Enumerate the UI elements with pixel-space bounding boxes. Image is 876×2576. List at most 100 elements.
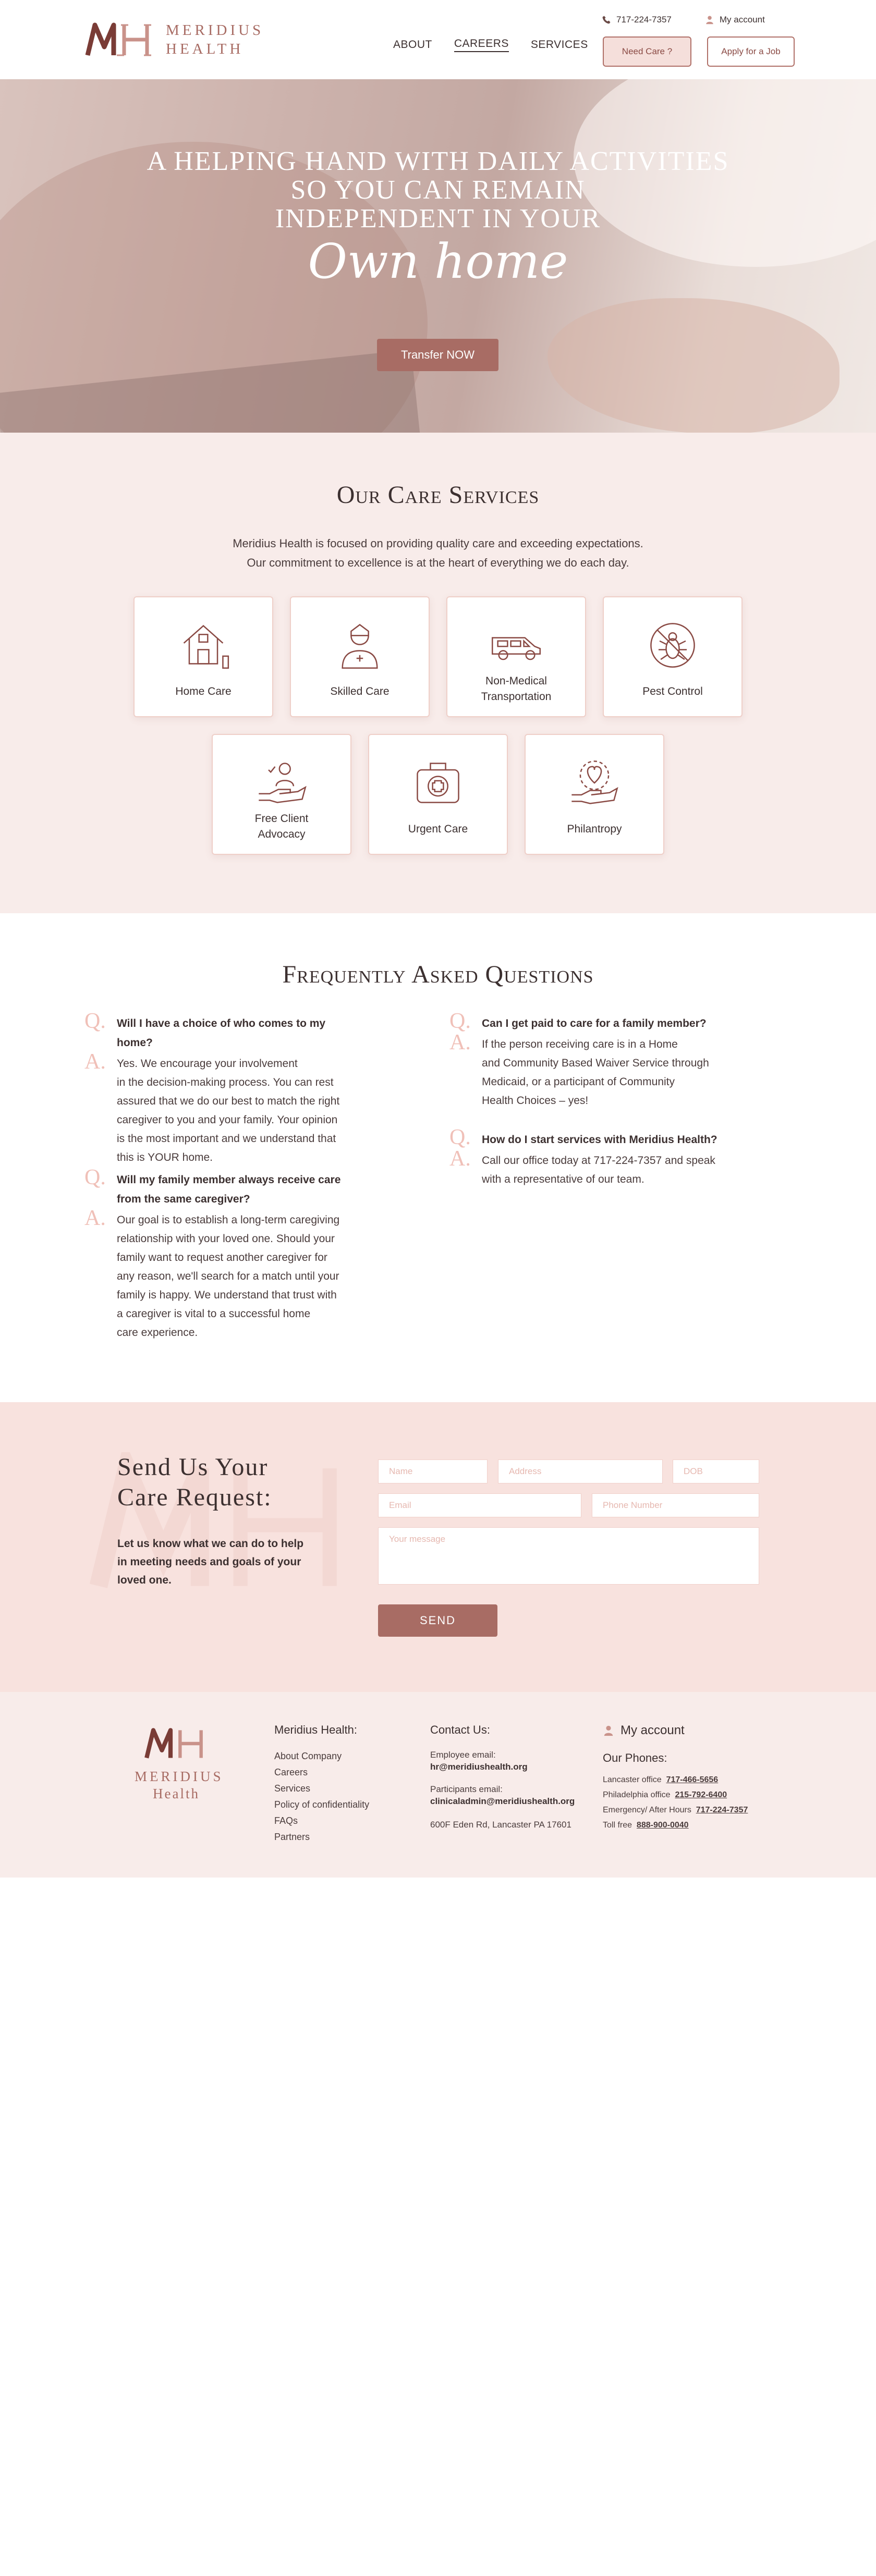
a-marker: A. xyxy=(84,1206,106,1230)
faq-answer-line: in the decision-making process. You can … xyxy=(117,1076,334,1088)
email-input[interactable]: Email xyxy=(378,1493,581,1517)
hand-care-icon xyxy=(259,763,307,803)
participants-email-link[interactable]: clinicaladmin@meridiushealth.org xyxy=(430,1796,575,1807)
user-icon xyxy=(706,16,713,24)
request-title-line: Send Us Your xyxy=(117,1453,269,1481)
faq-answer: Our goal is to establish a long-term car… xyxy=(117,1211,339,1342)
q-marker: Q. xyxy=(449,1125,471,1149)
faq-answer: Yes. We encourage your involvement in th… xyxy=(117,1054,339,1167)
phone-input[interactable]: Phone Number xyxy=(592,1493,759,1517)
heart-hand-icon xyxy=(571,760,618,804)
services-subtitle-line: Meridius Health is focused on providing … xyxy=(233,537,643,550)
footer-link-faqs[interactable]: FAQs xyxy=(274,1813,369,1829)
care-services-section: Our Care Services Meridius Health is foc… xyxy=(0,433,876,913)
service-card-label: Philantropy xyxy=(567,823,622,835)
phones-title: Our Phones: xyxy=(603,1751,667,1764)
faq-answer: If the person receiving care is in a Hom… xyxy=(482,1035,709,1110)
address-input[interactable]: Address xyxy=(498,1459,663,1483)
footer-link-partners[interactable]: Partners xyxy=(274,1829,369,1845)
phone-row: Emergency/ After Hours 717-224-7357 xyxy=(603,1802,748,1818)
faq-answer-line: any reason, we'll search for a match unt… xyxy=(117,1270,339,1282)
faq-question: Will my family member always receive car… xyxy=(117,1170,340,1209)
faq-answer-line: family is happy. We understand that trus… xyxy=(117,1289,337,1301)
faq-answer-line: caregiver to you and your family. Your o… xyxy=(117,1114,338,1126)
phone-number-link[interactable]: 717-466-5656 xyxy=(666,1775,719,1784)
service-card-urgent-care[interactable]: Urgent Care xyxy=(368,734,508,855)
footer-account-link[interactable]: My account xyxy=(603,1723,748,1738)
footer-link-services[interactable]: Services xyxy=(274,1781,369,1797)
service-card-label: Free Client Advocacy xyxy=(245,811,319,842)
phone-number-link[interactable]: 888-900-0040 xyxy=(637,1821,689,1830)
faq-question: Will I have a choice of who comes to my … xyxy=(117,1017,326,1049)
first-aid-kit-icon xyxy=(417,763,459,803)
dob-input[interactable]: DOB xyxy=(673,1459,759,1483)
header-phone[interactable]: 717-224-7357 xyxy=(602,15,672,25)
header-phone-number: 717-224-7357 xyxy=(616,15,672,24)
faq-answer-line: family want to request another caregiver… xyxy=(117,1252,327,1264)
faq-answer-line: a caregiver is vital to a successful hom… xyxy=(117,1308,311,1320)
footer-account-label: My account xyxy=(620,1723,685,1737)
footer-col-title: Contact Us: xyxy=(430,1723,490,1736)
faq-answer-line: relationship with your loved one. Should… xyxy=(117,1233,335,1245)
transfer-now-button[interactable]: Transfer NOW xyxy=(377,339,498,371)
faq-answer-line: Medicaid, or a participant of Community xyxy=(482,1076,675,1088)
faq-item: Q. How do I start services with Meridius … xyxy=(449,1125,721,1189)
footer-logo[interactable]: MERIDIUS Health xyxy=(135,1726,224,1802)
footer-address: 600F Eden Rd, Lancaster PA 17601 xyxy=(430,1820,571,1830)
need-care-button[interactable]: Need Care ? xyxy=(603,36,691,67)
nav-careers[interactable]: CAREERS xyxy=(454,38,509,52)
phone-icon xyxy=(602,16,611,24)
employee-email-link[interactable]: hr@meridiushealth.org xyxy=(430,1762,575,1772)
service-card-transportation[interactable]: Non-Medical Transportation xyxy=(446,596,586,717)
service-card-label: Urgent Care xyxy=(408,823,468,835)
logo-line2: HEALTH xyxy=(166,41,244,57)
faq-question-line: from the same caregiver? xyxy=(117,1193,250,1205)
service-card-client-advocacy[interactable]: Free Client Advocacy xyxy=(212,734,351,855)
service-card-label-line: Non-Medical xyxy=(485,675,547,687)
phone-number-link[interactable]: 717-224-7357 xyxy=(696,1806,748,1814)
footer-link-careers[interactable]: Careers xyxy=(274,1764,369,1781)
hero-banner: A helping hand with daily activities so … xyxy=(0,79,876,433)
service-card-home-care[interactable]: Home Care xyxy=(133,596,273,717)
phone-number-link[interactable]: 215-792-6400 xyxy=(675,1790,727,1799)
a-marker: A. xyxy=(84,1050,106,1074)
faq-answer-line: Yes. We encourage your involvement xyxy=(117,1058,298,1070)
service-card-skilled-care[interactable]: Skilled Care xyxy=(290,596,430,717)
footer-link-about[interactable]: About Company xyxy=(274,1748,369,1764)
footer-logo-line1: MERIDIUS xyxy=(135,1769,224,1784)
faq-answer-line: is the most important and we understand … xyxy=(117,1133,336,1145)
service-card-label-line: Free Client xyxy=(254,813,309,825)
logo[interactable]: MERIDIUS HEALTH xyxy=(83,21,264,58)
van-icon xyxy=(491,637,541,660)
message-textarea[interactable]: Your message xyxy=(378,1527,759,1585)
phone-row: Philadelphia office 215-792-6400 xyxy=(603,1787,748,1802)
logo-line1: MERIDIUS xyxy=(166,22,264,39)
faq-answer-line: Health Choices – yes! xyxy=(482,1095,589,1107)
name-input[interactable]: Name xyxy=(378,1459,488,1483)
services-subtitle-line: Our commitment to excellence is at the h… xyxy=(247,556,629,569)
faq-item: Q. Will I have a choice of who comes to m… xyxy=(84,1009,356,1167)
q-marker: Q. xyxy=(449,1009,471,1033)
nav-services[interactable]: SERVICES xyxy=(531,39,588,51)
employee-email-label: Employee email: xyxy=(430,1750,496,1760)
send-button[interactable]: SEND xyxy=(378,1604,497,1637)
hero-script-text: Own home xyxy=(308,234,568,289)
q-marker: Q. xyxy=(84,1166,106,1189)
hero-photo-shape xyxy=(548,298,840,433)
q-marker: Q. xyxy=(84,1009,106,1033)
apply-job-button[interactable]: Apply for a Job xyxy=(707,36,795,67)
faq-answer-line: Our goal is to establish a long-term car… xyxy=(117,1214,340,1226)
faq-answer-line: Call our office today at 717-224-7357 an… xyxy=(482,1155,715,1167)
user-icon xyxy=(604,1725,613,1736)
site-footer: MERIDIUS Health Meridius Health: About C… xyxy=(0,1692,876,1878)
service-card-philantropy[interactable]: Philantropy xyxy=(525,734,664,855)
footer-link-policy[interactable]: Policy of confidentiality xyxy=(274,1797,369,1813)
phone-label: Emergency/ After Hours xyxy=(603,1806,691,1814)
nav-about[interactable]: ABOUT xyxy=(393,39,432,51)
header-account-link[interactable]: My account xyxy=(705,15,765,25)
faq-section: Frequently Asked Questions Q. Will I have… xyxy=(0,913,876,1402)
request-description-line: loved one. xyxy=(117,1574,172,1586)
service-card-pest-control[interactable]: Pest Control xyxy=(603,596,743,717)
hero-title-line: A helping hand with daily activities xyxy=(147,146,729,176)
service-card-label-line: Transportation xyxy=(481,691,552,703)
